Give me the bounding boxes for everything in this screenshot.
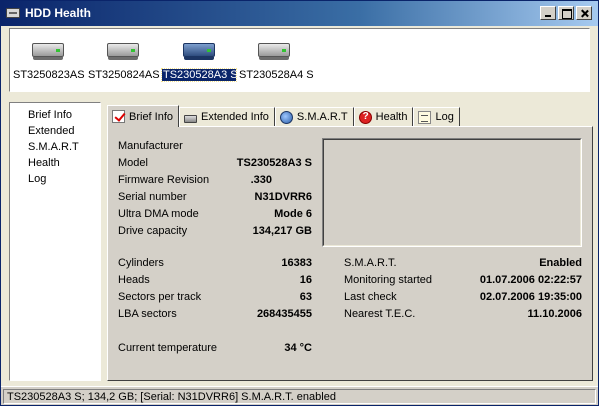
section-item-brief-info[interactable]: Brief Info xyxy=(10,107,100,123)
tab-health[interactable]: Health xyxy=(353,107,414,126)
smart-icon xyxy=(279,110,293,124)
drive-item-selected[interactable]: TS230528A3 S xyxy=(161,29,238,91)
firmware-value: .330 xyxy=(250,174,272,186)
udma-label: Ultra DMA mode xyxy=(118,208,199,220)
cylinders-label: Cylinders xyxy=(118,257,164,269)
firmware-label: Firmware Revision xyxy=(118,174,210,186)
monitoring-started-label: Monitoring started xyxy=(344,274,433,286)
capacity-label: Drive capacity xyxy=(118,225,188,237)
temperature-value: 34 °C xyxy=(284,342,312,354)
last-check-label: Last check xyxy=(344,291,397,303)
hard-drive-icon xyxy=(258,43,290,60)
sectors-per-track-label: Sectors per track xyxy=(118,291,202,303)
heads-value: 16 xyxy=(299,274,312,286)
smart-value: Enabled xyxy=(539,257,582,269)
tab-log[interactable]: Log xyxy=(413,107,460,126)
drive-label: ST3250823AS xyxy=(13,69,85,81)
hard-drive-icon xyxy=(184,114,198,123)
caption-buttons xyxy=(540,6,592,20)
window-title: HDD Health xyxy=(25,6,92,20)
last-check-value: 02.07.2006 19:35:00 xyxy=(479,291,582,303)
section-item-log[interactable]: Log xyxy=(10,171,100,187)
model-label: Model xyxy=(118,157,148,169)
hard-drive-icon xyxy=(183,43,215,60)
tab-smart[interactable]: S.M.A.R.T xyxy=(274,107,354,126)
cylinders-value: 16383 xyxy=(281,257,312,269)
minimize-button[interactable] xyxy=(540,6,556,20)
tab-brief-info[interactable]: Brief Info xyxy=(107,105,180,127)
drive-info-box xyxy=(322,138,582,247)
section-list: Brief Info Extended S.M.A.R.T Health Log xyxy=(9,102,101,381)
tab-label: Extended Info xyxy=(201,111,269,123)
hard-drive-icon xyxy=(32,43,64,60)
lba-sectors-label: LBA sectors xyxy=(118,308,177,320)
status-bar: TS230528A3 S; 134,2 GB; [Serial: N31DVRR… xyxy=(1,386,598,405)
maximize-button[interactable] xyxy=(558,6,574,20)
serial-label: Serial number xyxy=(118,191,187,203)
monitoring-started-value: 01.07.2006 02:22:57 xyxy=(479,274,582,286)
checklist-icon xyxy=(112,110,125,123)
drive-item[interactable]: ST230528A4 S xyxy=(238,29,314,91)
status-text: TS230528A3 S; 134,2 GB; [Serial: N31DVRR… xyxy=(3,389,596,404)
drive-label: ST3250824AS xyxy=(88,69,160,81)
tab-label: Health xyxy=(375,111,408,123)
tab-label: Brief Info xyxy=(129,110,174,123)
tab-label: Log xyxy=(435,111,454,123)
log-icon xyxy=(418,110,432,124)
close-button[interactable] xyxy=(576,6,592,20)
capacity-value: 134,217 GB xyxy=(252,225,312,237)
sectors-per-track-value: 63 xyxy=(299,291,312,303)
tab-extended-info[interactable]: Extended Info xyxy=(179,107,275,126)
section-item-extended[interactable]: Extended xyxy=(10,123,100,139)
model-value: TS230528A3 S xyxy=(236,157,312,169)
title-bar[interactable]: HDD Health xyxy=(1,1,598,26)
udma-value: Mode 6 xyxy=(274,208,312,220)
health-icon xyxy=(358,110,372,124)
nearest-tec-value: 11.10.2006 xyxy=(527,308,582,320)
drive-list: ST3250823AS ST3250824AS TS230528A3 S ST2… xyxy=(9,28,590,92)
nearest-tec-label: Nearest T.E.C. xyxy=(344,308,416,320)
smart-label: S.M.A.R.T. xyxy=(344,257,397,269)
section-item-smart[interactable]: S.M.A.R.T xyxy=(10,139,100,155)
drive-label: TS230528A3 S xyxy=(161,68,238,82)
tab-label: S.M.A.R.T xyxy=(296,111,348,123)
hdd-app-icon xyxy=(6,8,20,18)
hard-drive-icon xyxy=(107,43,139,60)
serial-value: N31DVRR6 xyxy=(254,191,312,203)
brief-info-panel: Manufacturer Model TS230528A3 S Firmware… xyxy=(107,126,593,381)
temperature-label: Current temperature xyxy=(118,342,218,354)
drive-label: ST230528A4 S xyxy=(239,69,314,81)
heads-label: Heads xyxy=(118,274,150,286)
lba-sectors-value: 268435455 xyxy=(256,308,312,320)
tab-bar: Brief Info Extended Info S.M.A.R.T Healt… xyxy=(107,105,460,127)
manufacturer-label: Manufacturer xyxy=(118,140,183,152)
app-window: HDD Health ST3250823AS ST3250824AS TS230… xyxy=(0,0,599,406)
drive-item[interactable]: ST3250823AS xyxy=(12,29,85,91)
section-item-health[interactable]: Health xyxy=(10,155,100,171)
drive-item[interactable]: ST3250824AS xyxy=(87,29,160,91)
